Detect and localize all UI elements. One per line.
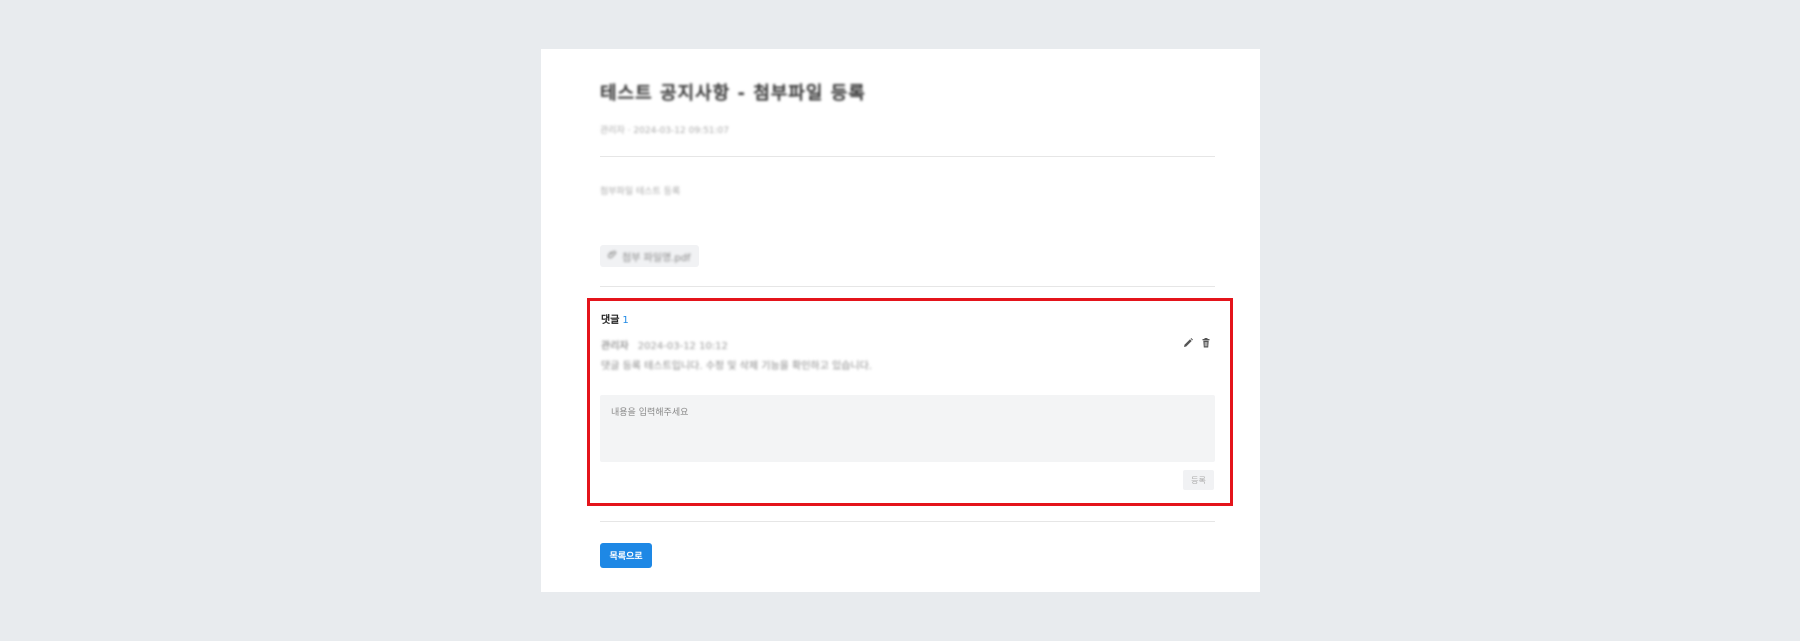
comment-header: 댓글 1 [601,311,629,326]
comment-submit-button[interactable]: 등록 [1183,470,1214,490]
footer-divider [600,521,1215,522]
delete-icon[interactable] [1200,337,1212,349]
post-meta: 관리자 · 2024-03-12 09:51:07 [600,123,729,136]
header-divider [600,156,1215,157]
post-title-text: 테스트 공지사항 - 첨부파일 등록 [600,83,866,104]
attachment-chip[interactable]: 첨부 파일명.pdf [600,245,699,267]
back-to-list-button[interactable]: 목록으로 [600,543,652,568]
edit-icon[interactable] [1182,337,1194,349]
post-body-text: 첨부파일 테스트 등록 [600,187,681,197]
post-body: 첨부파일 테스트 등록 [600,184,680,197]
post-meta-text: 관리자 · 2024-03-12 09:51:07 [600,126,730,136]
comment-input[interactable] [600,395,1215,462]
comment-date: 2024-03-12 10:12 [637,341,728,352]
attachment-icon [607,250,617,262]
comment-meta: 관리자 2024-03-12 10:12 [601,337,728,352]
comment-text: 댓글 등록 테스트입니다. 수정 및 삭제 기능을 확인하고 있습니다. [601,357,872,372]
post-title: 테스트 공지사항 - 첨부파일 등록 [600,79,1215,105]
comment-count: 1 [622,315,629,326]
body-divider [600,286,1215,287]
comment-text-content: 댓글 등록 테스트입니다. 수정 및 삭제 기능을 확인하고 있습니다. [601,361,872,372]
attachment-name: 첨부 파일명.pdf [622,252,691,264]
comment-author: 관리자 [601,341,629,352]
comment-label: 댓글 [601,315,620,326]
